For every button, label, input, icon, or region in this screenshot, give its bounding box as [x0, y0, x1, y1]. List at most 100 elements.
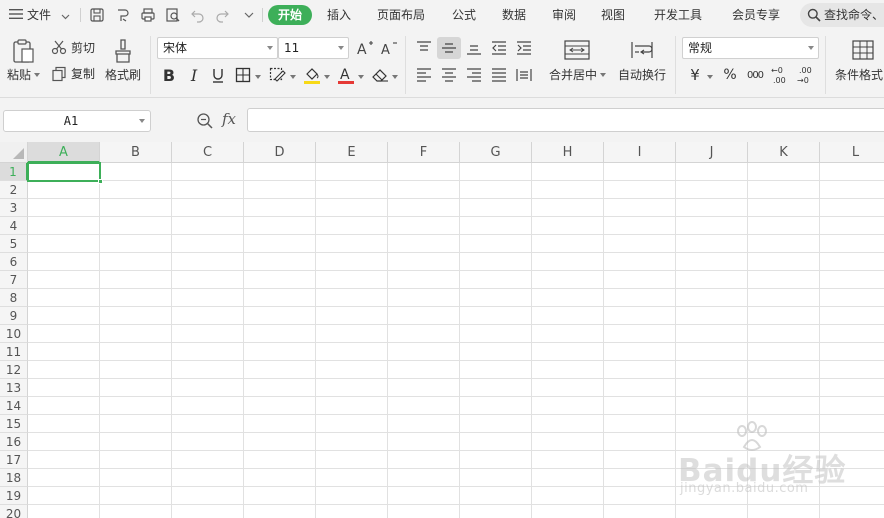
distributed-align-icon[interactable] [513, 65, 535, 85]
tab-review[interactable]: 审阅 [552, 0, 576, 30]
merge-center-button[interactable]: 合并居中 [549, 68, 597, 82]
increase-font-size-icon[interactable]: A [355, 37, 375, 59]
format-painter-button[interactable]: 格式刷 [105, 68, 141, 82]
fill-color-icon[interactable] [302, 64, 322, 86]
row-header-2[interactable]: 2 [0, 181, 28, 199]
row-header-9[interactable]: 9 [0, 307, 28, 325]
insert-function-button[interactable]: fx [222, 110, 236, 128]
column-header-i[interactable]: I [604, 142, 676, 163]
spreadsheet-grid[interactable]: A B C D E F G H I J K L 1 2 3 4 5 6 7 8 9 10 11 12 13 14 15 16 17 18 1… [0, 142, 884, 518]
tab-developer[interactable]: 开发工具 [654, 0, 702, 30]
format-eraser-icon[interactable] [114, 6, 132, 24]
row-header-11[interactable]: 11 [0, 343, 28, 361]
thousands-separator-icon[interactable]: 000 [744, 65, 766, 85]
align-right-icon[interactable] [463, 65, 485, 85]
formula-input[interactable] [247, 108, 884, 132]
column-header-j[interactable]: J [676, 142, 748, 163]
column-header-c[interactable]: C [172, 142, 244, 163]
copy-icon[interactable] [50, 65, 68, 83]
wrap-text-icon[interactable] [628, 38, 656, 62]
tab-formulas[interactable]: 公式 [452, 0, 476, 30]
decrease-indent-icon[interactable] [488, 37, 510, 59]
tab-data[interactable]: 数据 [502, 0, 526, 30]
cut-button[interactable]: 剪切 [71, 41, 95, 55]
merge-center-icon[interactable] [563, 38, 591, 62]
row-header-16[interactable]: 16 [0, 433, 28, 451]
print-icon[interactable] [139, 6, 157, 24]
decrease-font-size-icon[interactable]: A [379, 37, 399, 59]
paste-dropdown-caret[interactable] [34, 73, 40, 77]
print-preview-icon[interactable] [164, 6, 182, 24]
clear-format-dropdown-caret[interactable] [392, 75, 398, 79]
active-cell-a1[interactable] [27, 162, 103, 184]
row-header-7[interactable]: 7 [0, 271, 28, 289]
decrease-decimal-icon[interactable]: .00 →0 [795, 63, 817, 87]
column-header-b[interactable]: B [100, 142, 172, 163]
row-header-6[interactable]: 6 [0, 253, 28, 271]
font-color-dropdown-caret[interactable] [358, 75, 364, 79]
percent-icon[interactable]: % [720, 65, 740, 85]
conditional-format-button[interactable]: 条件格式 [835, 68, 883, 82]
customize-toolbar-icon[interactable] [240, 6, 258, 24]
command-search[interactable]: 查找命令、 [800, 3, 884, 27]
column-header-k[interactable]: K [748, 142, 820, 163]
borders-icon[interactable] [234, 65, 252, 85]
save-icon[interactable] [88, 6, 106, 24]
cell-style-dropdown-caret[interactable] [290, 75, 296, 79]
redo-icon[interactable] [213, 6, 231, 24]
name-box[interactable]: A1 [3, 110, 151, 132]
merge-center-dropdown-caret[interactable] [600, 73, 606, 77]
wrap-text-button[interactable]: 自动换行 [618, 68, 666, 82]
column-header-l[interactable]: L [820, 142, 884, 163]
row-header-19[interactable]: 19 [0, 487, 28, 505]
align-middle-icon[interactable] [437, 37, 461, 59]
row-header-10[interactable]: 10 [0, 325, 28, 343]
align-left-icon[interactable] [413, 65, 435, 85]
borders-dropdown-caret[interactable] [255, 75, 261, 79]
column-header-g[interactable]: G [460, 142, 532, 163]
format-painter-icon[interactable] [111, 38, 135, 64]
row-header-1[interactable]: 1 [0, 163, 28, 181]
paste-label[interactable]: 粘贴 [7, 68, 31, 82]
fill-color-dropdown-caret[interactable] [324, 75, 330, 79]
align-bottom-icon[interactable] [463, 37, 485, 59]
align-top-icon[interactable] [413, 37, 435, 59]
bold-icon[interactable]: B [160, 65, 178, 85]
tab-home[interactable]: 开始 [268, 5, 312, 25]
increase-decimal-icon[interactable]: ←0.00 [769, 63, 791, 87]
currency-icon[interactable]: ¥ [686, 65, 704, 85]
cut-icon[interactable] [50, 38, 68, 56]
tab-view[interactable]: 视图 [601, 0, 625, 30]
row-header-5[interactable]: 5 [0, 235, 28, 253]
currency-dropdown-caret[interactable] [707, 75, 713, 79]
zoom-icon[interactable] [196, 112, 214, 130]
font-color-icon[interactable]: A [336, 64, 356, 86]
italic-icon[interactable]: I [185, 65, 203, 85]
column-header-h[interactable]: H [532, 142, 604, 163]
align-center-icon[interactable] [438, 65, 460, 85]
undo-icon[interactable] [189, 6, 207, 24]
column-header-d[interactable]: D [244, 142, 316, 163]
number-format-select[interactable]: 常规 [682, 37, 819, 59]
row-header-15[interactable]: 15 [0, 415, 28, 433]
font-size-select[interactable]: 11 [278, 37, 349, 59]
fill-handle[interactable] [98, 179, 103, 184]
tab-page-layout[interactable]: 页面布局 [377, 0, 425, 30]
row-header-4[interactable]: 4 [0, 217, 28, 235]
row-header-8[interactable]: 8 [0, 289, 28, 307]
clear-format-icon[interactable] [370, 65, 390, 85]
row-header-18[interactable]: 18 [0, 469, 28, 487]
copy-button[interactable]: 复制 [71, 67, 95, 81]
underline-icon[interactable] [209, 65, 227, 85]
column-header-f[interactable]: F [388, 142, 460, 163]
row-header-12[interactable]: 12 [0, 361, 28, 379]
file-menu[interactable]: 文件 [9, 0, 70, 30]
row-header-20[interactable]: 20 [0, 505, 28, 518]
column-header-e[interactable]: E [316, 142, 388, 163]
column-header-a[interactable]: A [28, 142, 100, 163]
font-name-select[interactable]: 宋体 [157, 37, 278, 59]
cell-style-icon[interactable] [268, 65, 288, 85]
justify-icon[interactable] [488, 65, 510, 85]
tab-member[interactable]: 会员专享 [732, 0, 780, 30]
row-header-17[interactable]: 17 [0, 451, 28, 469]
